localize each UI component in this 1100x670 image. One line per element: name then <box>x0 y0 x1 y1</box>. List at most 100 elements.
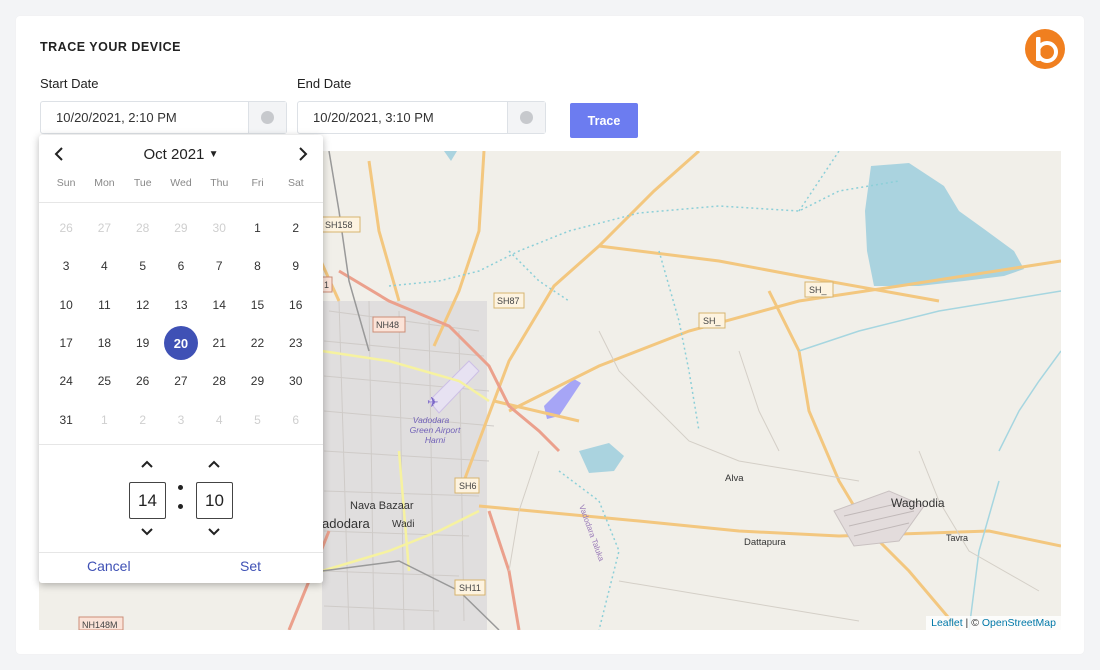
calendar-day-number: 29 <box>250 374 265 389</box>
calendar-day: 1 <box>85 400 123 438</box>
calendar-day-number: 29 <box>174 221 188 236</box>
calendar-day-number: 14 <box>212 297 226 312</box>
calendar-day[interactable]: 7 <box>200 247 238 285</box>
calendar-day[interactable]: 4 <box>85 247 123 285</box>
weekday-label: Fri <box>251 177 264 189</box>
calendar-day[interactable]: 25 <box>85 362 123 400</box>
calendar-day-number: 4 <box>101 259 108 274</box>
map-label-nh48: NH48 <box>376 320 399 330</box>
calendar-day[interactable]: 26 <box>124 362 162 400</box>
hour-down-button[interactable] <box>137 525 157 539</box>
calendar-day[interactable]: 8 <box>238 247 276 285</box>
map-label-wadi: Wadi <box>392 519 414 530</box>
brand-logo-icon <box>1024 28 1066 70</box>
calendar-day[interactable]: 24 <box>47 362 85 400</box>
calendar-day[interactable]: 9 <box>277 247 315 285</box>
calendar-day-number: 12 <box>135 297 150 312</box>
calendar-day-number: 22 <box>250 336 265 351</box>
page-title: TRACE YOUR DEVICE <box>40 40 181 54</box>
calendar-day-selected[interactable]: 20 <box>162 324 200 362</box>
calendar-day[interactable]: 3 <box>47 247 85 285</box>
trace-button[interactable]: Trace <box>570 103 638 138</box>
map-label-tavra: Tavra <box>946 533 968 543</box>
datetime-picker: Oct 2021 ▼ Sun Mon Tue Wed Thu Fri Sat 26 27 28 2… <box>39 135 323 583</box>
calendar-day-number: 6 <box>177 259 185 274</box>
calendar-day[interactable]: 18 <box>85 324 123 362</box>
minute-up-button[interactable] <box>204 457 224 471</box>
calendar-day[interactable]: 30 <box>277 362 315 400</box>
map-label-sh: SH_ <box>809 285 828 295</box>
calendar-day[interactable]: 21 <box>200 324 238 362</box>
calendar-day[interactable]: 2 <box>277 209 315 247</box>
calendar-day[interactable]: 11 <box>85 286 123 324</box>
calendar-day: 4 <box>200 400 238 438</box>
calendar-day[interactable]: 15 <box>238 286 276 324</box>
start-date-value[interactable]: 10/20/2021, 2:10 PM <box>41 102 248 133</box>
calendar-day-number: 26 <box>135 374 150 389</box>
start-date-clock-button[interactable] <box>248 102 286 133</box>
weekday-label: Thu <box>210 177 229 189</box>
calendar-day-number: 10 <box>59 297 73 312</box>
set-button[interactable]: Set <box>240 558 261 574</box>
hour-up-button[interactable] <box>137 457 157 471</box>
map-label-taluka: Vadodara Taluka <box>577 504 606 563</box>
map-label-alva: Alva <box>725 473 744 484</box>
caret-down-icon: ▼ <box>208 149 219 160</box>
clock-icon <box>520 111 533 124</box>
map-label-sh: SH_ <box>703 316 722 326</box>
calendar-day[interactable]: 22 <box>238 324 276 362</box>
calendar-day-number: 1 <box>101 412 108 427</box>
end-date-clock-button[interactable] <box>507 102 545 133</box>
calendar-day-number: 19 <box>135 336 150 351</box>
calendar-day-number: 31 <box>59 412 73 427</box>
calendar-day[interactable]: 16 <box>277 286 315 324</box>
calendar-day[interactable]: 27 <box>162 362 200 400</box>
hour-input[interactable]: 14 <box>129 482 166 519</box>
calendar-day[interactable]: 13 <box>162 286 200 324</box>
weekday-label: Wed <box>170 177 192 189</box>
calendar-day: 27 <box>85 209 123 247</box>
calendar-day: 6 <box>277 400 315 438</box>
calendar-day-number: 9 <box>292 259 300 274</box>
calendar-day[interactable]: 5 <box>124 247 162 285</box>
calendar-day[interactable]: 29 <box>238 362 276 400</box>
calendar-day[interactable]: 31 <box>47 400 85 438</box>
next-month-button[interactable] <box>297 145 309 166</box>
calendar-day[interactable]: 12 <box>124 286 162 324</box>
end-date-field[interactable]: 10/20/2021, 3:10 PM <box>297 101 546 134</box>
calendar-day-number: 6 <box>292 412 300 427</box>
weekday-label: Sun <box>56 177 76 189</box>
calendar-day[interactable]: 23 <box>277 324 315 362</box>
calendar-day-number: 5 <box>139 259 146 274</box>
map-label-airport: Harni <box>425 435 446 445</box>
divider <box>39 552 323 553</box>
calendar-day-number: 23 <box>289 336 303 351</box>
calendar-day[interactable]: 19 <box>124 324 162 362</box>
cancel-button[interactable]: Cancel <box>87 558 131 574</box>
calendar-day[interactable]: 6 <box>162 247 200 285</box>
chevron-down-icon <box>208 528 220 536</box>
calendar-day[interactable]: 28 <box>200 362 238 400</box>
chevron-right-icon <box>299 147 308 161</box>
month-selector[interactable]: Oct 2021 ▼ <box>39 146 323 163</box>
calendar-day[interactable]: 1 <box>238 209 276 247</box>
airport-icon: ✈ <box>427 394 439 410</box>
map-attribution: Leaflet | © OpenStreetMap <box>926 616 1061 630</box>
map-label-waghodia: Waghodia <box>891 496 945 510</box>
chevron-up-icon <box>208 460 220 468</box>
calendar-day[interactable]: 17 <box>47 324 85 362</box>
calendar-day[interactable]: 10 <box>47 286 85 324</box>
minute-down-button[interactable] <box>204 525 224 539</box>
start-date-field[interactable]: 10/20/2021, 2:10 PM <box>40 101 287 134</box>
openstreetmap-link[interactable]: OpenStreetMap <box>982 617 1056 629</box>
calendar-day-number: 2 <box>139 412 146 427</box>
calendar-day-number: 18 <box>97 336 112 351</box>
calendar-day[interactable]: 14 <box>200 286 238 324</box>
leaflet-link[interactable]: Leaflet <box>931 617 963 629</box>
calendar-day-number: 11 <box>98 297 111 312</box>
calendar-day-number: 3 <box>177 412 185 427</box>
map-label-nava-bazaar: Nava Bazaar <box>350 500 414 512</box>
end-date-value[interactable]: 10/20/2021, 3:10 PM <box>298 102 507 133</box>
calendar-day-number: 21 <box>212 336 226 351</box>
minute-input[interactable]: 10 <box>196 482 233 519</box>
